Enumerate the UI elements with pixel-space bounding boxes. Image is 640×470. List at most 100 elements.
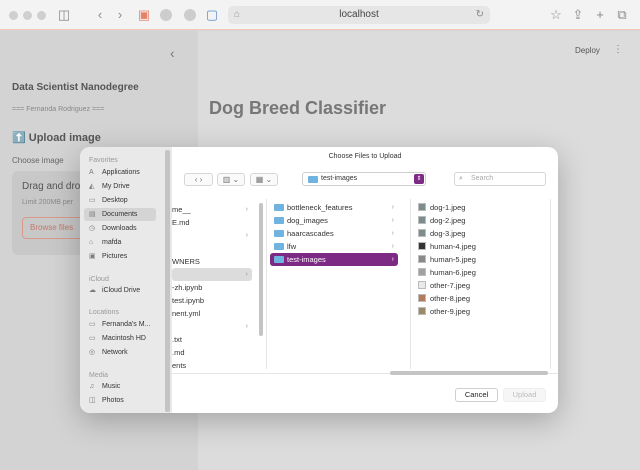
address-bar[interactable]: ⌂ localhost ↻	[228, 6, 490, 24]
drive-icon: ◭	[89, 183, 95, 190]
sidebar-item-network[interactable]: ◎ Network	[84, 346, 156, 359]
group-by-button[interactable]: ▦ ⌄	[250, 173, 278, 186]
sidebar-item-music[interactable]: ♫ Music	[84, 380, 156, 393]
column-divider	[266, 199, 267, 369]
tabs-overview-icon[interactable]: ⧉	[614, 7, 630, 23]
minimize-window-button[interactable]	[23, 11, 32, 20]
zoom-window-button[interactable]	[37, 11, 46, 20]
list-item[interactable]: me__ ›	[172, 203, 252, 216]
applications-icon: A	[89, 169, 94, 176]
more-menu-icon[interactable]: ⋮	[613, 44, 623, 55]
sidebar-item-my-drive[interactable]: ◭ My Drive	[84, 180, 156, 193]
list-item-selected[interactable]: ›	[172, 268, 252, 281]
list-item[interactable]: nent.yml	[172, 307, 252, 320]
sidebar-toggle-icon[interactable]: ◫	[56, 7, 72, 23]
deploy-button[interactable]: Deploy	[575, 46, 600, 55]
item-label: me__	[172, 205, 191, 214]
item-label: haarcascades	[287, 229, 334, 238]
sidebar-item-documents[interactable]: ▤ Documents	[84, 208, 156, 221]
media-header: Media	[89, 372, 109, 379]
item-label: lfw	[287, 242, 297, 251]
icloud-header: iCloud	[89, 276, 109, 283]
forward-icon[interactable]: ›	[200, 175, 203, 184]
extension-icon[interactable]: ▣	[136, 7, 152, 23]
back-icon[interactable]: ‹	[92, 7, 108, 23]
search-placeholder: Search	[471, 175, 494, 182]
list-item[interactable]: .txt	[172, 333, 252, 346]
extension-icon[interactable]	[184, 9, 196, 21]
list-item[interactable]: dog-1.jpeg	[418, 201, 546, 214]
sidebar-item-photos[interactable]: ◫ Photos	[84, 394, 156, 407]
close-window-button[interactable]	[9, 11, 18, 20]
bookmark-icon[interactable]: ☆	[548, 7, 564, 23]
sidebar-item-pictures[interactable]: ▣ Pictures	[84, 250, 156, 263]
path-selector[interactable]: test-images ⇕	[302, 172, 426, 186]
list-item[interactable]: haarcascades ›	[270, 227, 398, 240]
list-item[interactable]: ents	[172, 359, 252, 372]
share-icon[interactable]: ⇪	[570, 7, 586, 23]
list-item[interactable]: human-4.jpeg	[418, 240, 546, 253]
item-label: nent.yml	[172, 309, 201, 318]
folder-icon	[274, 217, 284, 224]
list-item[interactable]: ›	[172, 229, 252, 242]
author-text: === Fernanda Rodriguez ===	[12, 106, 105, 113]
reload-icon[interactable]: ↻	[476, 6, 484, 24]
upload-button[interactable]: Upload	[503, 388, 546, 402]
new-tab-icon[interactable]: +	[592, 7, 608, 23]
chevron-right-icon: ›	[391, 217, 394, 224]
url-text: localhost	[339, 9, 379, 20]
list-item[interactable]: dog-2.jpeg	[418, 214, 546, 227]
extension-icon[interactable]	[160, 9, 172, 21]
list-item[interactable]: test.ipynb	[172, 294, 252, 307]
list-item[interactable]: lfw ›	[270, 240, 398, 253]
column-view-button[interactable]: ▥ ⌄	[217, 173, 245, 186]
forward-icon[interactable]: ›	[112, 7, 128, 23]
search-icon: ⌕	[459, 175, 463, 182]
list-item[interactable]: WNERS	[172, 255, 252, 268]
sidebar-item-applications[interactable]: A Applications	[84, 166, 156, 179]
list-item[interactable]: bottleneck_features ›	[270, 201, 398, 214]
list-item[interactable]: human-5.jpeg	[418, 253, 546, 266]
folder-icon	[274, 230, 284, 237]
sidebar-scrollbar[interactable]	[165, 150, 170, 412]
list-item[interactable]: -zh.ipynb	[172, 281, 252, 294]
list-item[interactable]: other-9.jpeg	[418, 305, 546, 318]
music-icon: ♫	[89, 383, 95, 390]
list-item[interactable]: ›	[172, 320, 252, 333]
item-label: dog-3.jpeg	[430, 229, 466, 238]
folder-icon	[308, 176, 318, 183]
sidebar-item-desktop[interactable]: ▭ Desktop	[84, 194, 156, 207]
horizontal-scrollbar[interactable]	[390, 371, 548, 375]
cancel-button[interactable]: Cancel	[455, 388, 498, 402]
sidebar-item-label: Pictures	[102, 253, 128, 260]
list-item[interactable]	[172, 242, 252, 255]
extension-icon[interactable]: ▢	[204, 7, 220, 23]
list-item[interactable]: E.md	[172, 216, 252, 229]
sidebar-item-mafda[interactable]: ⌂ mafda	[84, 236, 156, 249]
image-file-icon	[418, 281, 426, 289]
search-input[interactable]: ⌕ Search	[454, 172, 546, 186]
item-label: E.md	[172, 218, 190, 227]
disk-icon: ▭	[89, 335, 96, 342]
item-label: bottleneck_features	[287, 203, 353, 212]
sidebar-item-macintosh-hd[interactable]: ▭ Macintosh HD	[84, 332, 156, 345]
collapse-sidebar-icon[interactable]: ‹	[170, 45, 175, 61]
list-item[interactable]: dog_images ›	[270, 214, 398, 227]
sidebar-item-icloud-drive[interactable]: ☁ iCloud Drive	[84, 284, 156, 297]
back-forward-buttons[interactable]: ‹ ›	[184, 173, 213, 186]
back-icon[interactable]: ‹	[195, 175, 198, 184]
column-scrollbar[interactable]	[259, 203, 263, 336]
sidebar-item-downloads[interactable]: ◷ Downloads	[84, 222, 156, 235]
cloud-icon: ☁	[89, 287, 96, 294]
sidebar-item-computer[interactable]: ▭ Fernanda's M...	[84, 318, 156, 331]
list-item[interactable]: dog-3.jpeg	[418, 227, 546, 240]
list-item[interactable]: other-8.jpeg	[418, 292, 546, 305]
list-item[interactable]: .md	[172, 346, 252, 359]
home-icon: ⌂	[89, 239, 94, 246]
chevron-right-icon: ›	[391, 230, 394, 237]
sidebar-item-label: Applications	[102, 169, 140, 176]
list-item[interactable]: other-7.jpeg	[418, 279, 546, 292]
sidebar-title: Data Scientist Nanodegree	[12, 82, 139, 93]
list-item-selected[interactable]: test-images ›	[270, 253, 398, 266]
list-item[interactable]: human-6.jpeg	[418, 266, 546, 279]
